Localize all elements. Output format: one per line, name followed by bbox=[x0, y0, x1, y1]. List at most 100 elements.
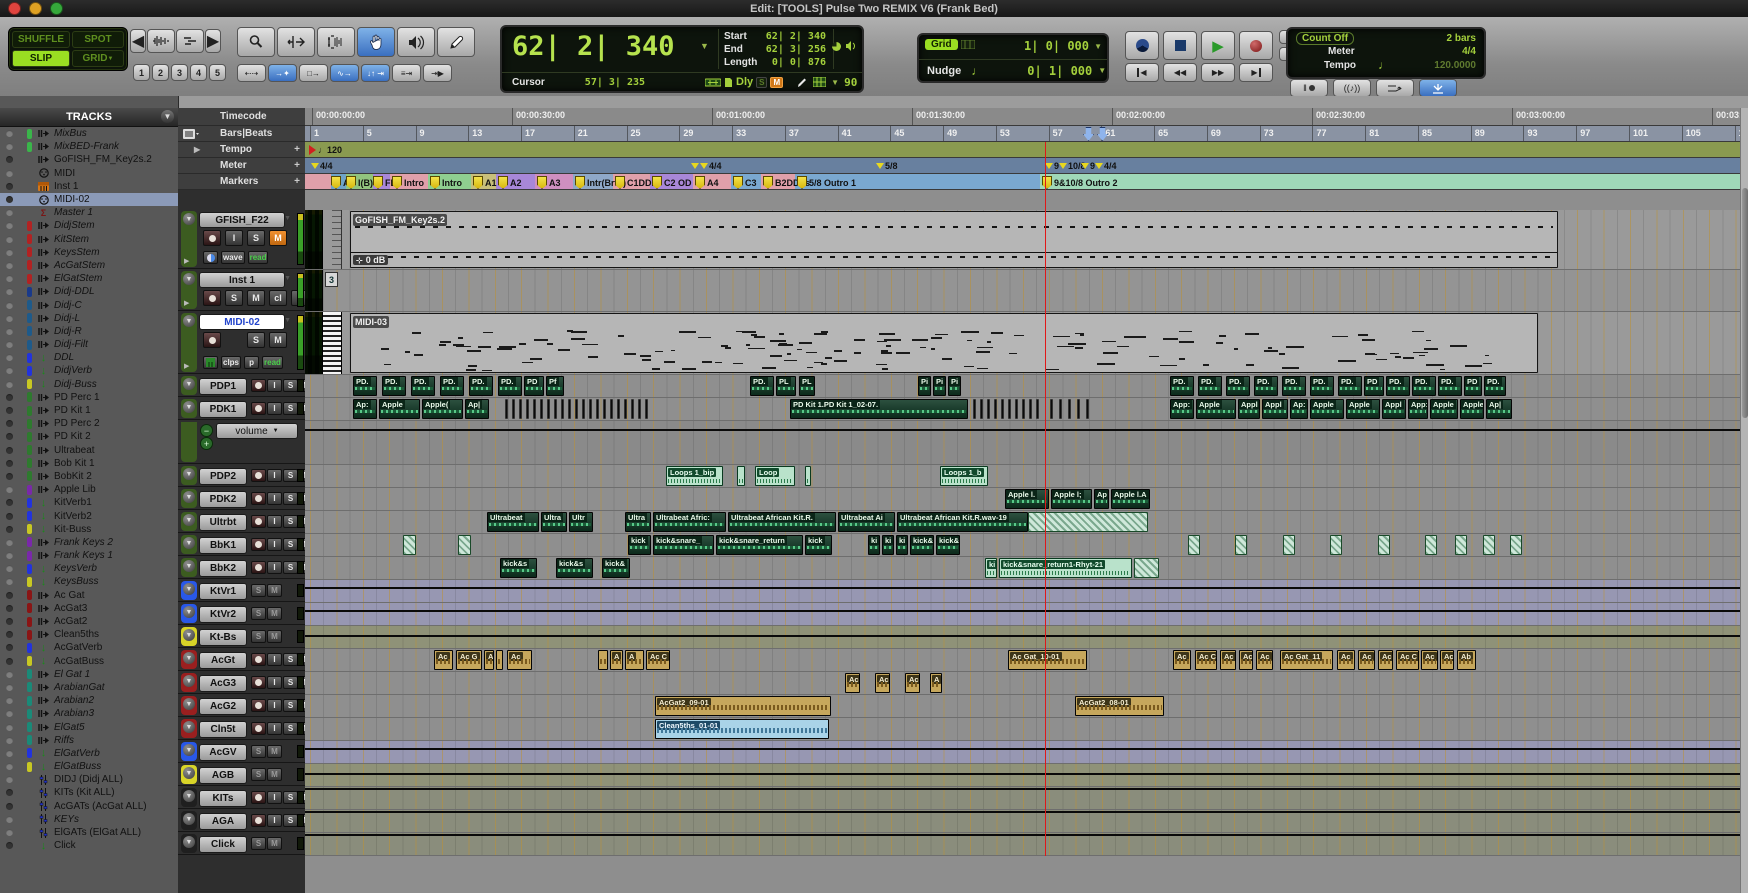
clip[interactable]: Ac bbox=[1337, 650, 1355, 670]
track-name-box[interactable]: PDK1 bbox=[199, 401, 247, 418]
track-record-button[interactable] bbox=[203, 332, 221, 348]
track-visibility-dot[interactable] bbox=[6, 394, 13, 401]
tracklist-item[interactable]: Inst 1 bbox=[0, 180, 178, 193]
automation-line[interactable] bbox=[305, 748, 1740, 750]
clip[interactable]: PD. bbox=[353, 376, 377, 396]
automation-lane-add-button[interactable]: + bbox=[200, 437, 213, 450]
memory-marker[interactable]: A4 bbox=[695, 176, 719, 189]
automation-line[interactable] bbox=[305, 834, 1740, 836]
track-visibility-dot[interactable] bbox=[6, 499, 13, 506]
clip[interactable]: Apple( bbox=[422, 399, 463, 419]
tracklist-item[interactable]: MIDI-02 bbox=[0, 193, 178, 206]
clip[interactable]: Ultrabeat Afric: bbox=[653, 512, 726, 532]
clip[interactable]: Ultrabeat African Kit.R.wav-19 bbox=[897, 512, 1028, 532]
automation-line[interactable] bbox=[305, 773, 1740, 775]
track-name-box[interactable]: PDK2 bbox=[199, 491, 247, 508]
meter-label[interactable]: Meter bbox=[1328, 46, 1355, 57]
collapse-chevron-icon[interactable]: ▼ bbox=[183, 378, 195, 390]
timeline-insertion-icon[interactable] bbox=[705, 78, 721, 87]
track-name-box[interactable]: Click bbox=[199, 836, 247, 853]
midi-event-bar[interactable] bbox=[547, 399, 550, 419]
track-visibility-dot[interactable] bbox=[6, 249, 13, 256]
meter-event[interactable]: 9 bbox=[1081, 161, 1095, 171]
tracklist-item[interactable]: Ac Gat bbox=[0, 589, 178, 602]
tracklist-item[interactable]: Arabian3 bbox=[0, 707, 178, 720]
clip[interactable]: PD bbox=[1464, 376, 1482, 396]
track-name-box[interactable]: AGA bbox=[199, 813, 247, 830]
clip[interactable]: ki bbox=[985, 558, 997, 578]
clip[interactable]: MIDI-03 bbox=[350, 313, 1538, 373]
tempo-label[interactable]: Tempo bbox=[1324, 60, 1356, 71]
online-button[interactable] bbox=[1125, 31, 1159, 60]
track-I-button[interactable]: I bbox=[267, 561, 282, 574]
clip[interactable]: Apple bbox=[1346, 399, 1380, 419]
midi-event-bar[interactable] bbox=[1015, 399, 1018, 419]
tracklist-item[interactable]: DIDJ (Didj ALL) bbox=[0, 773, 178, 786]
clip[interactable]: Ap: bbox=[1290, 399, 1308, 419]
track-S-button[interactable]: S bbox=[247, 230, 265, 246]
lane-bbk2[interactable]: kick&skick&skick&kikick&snare_return1-Rh… bbox=[305, 557, 1740, 580]
track-visibility-dot[interactable] bbox=[6, 222, 13, 229]
track-S-button[interactable]: S bbox=[283, 469, 298, 482]
tracklist-item[interactable]: Didj-R bbox=[0, 325, 178, 338]
memory-marker[interactable]: 9&10/8 Outro 2 bbox=[1042, 176, 1118, 189]
edit-selection-arrow[interactable] bbox=[1083, 127, 1094, 141]
track-S-button[interactable]: S bbox=[251, 837, 266, 850]
clip[interactable]: PD. bbox=[1254, 376, 1278, 396]
track-name-box[interactable]: AcG2 bbox=[199, 698, 247, 715]
clip[interactable] bbox=[1455, 535, 1467, 555]
memory-marker[interactable]: Intro bbox=[430, 176, 462, 189]
midi-merge-button[interactable] bbox=[1376, 79, 1414, 97]
track-record-button[interactable] bbox=[251, 492, 266, 505]
automation-line[interactable] bbox=[305, 587, 1740, 589]
grid-dropdown[interactable]: ▼ bbox=[1094, 42, 1102, 51]
start-value[interactable]: 62| 2| 340 bbox=[764, 30, 826, 43]
automation-line[interactable] bbox=[305, 811, 1740, 813]
midi-event-bar[interactable] bbox=[1036, 399, 1039, 419]
track-S-button[interactable]: S bbox=[283, 515, 298, 528]
midi-event-bar[interactable] bbox=[533, 399, 536, 419]
clip[interactable]: PD. bbox=[1438, 376, 1462, 396]
lane-bbk1[interactable]: kickkick&snare_kick&snare_returnkickkiki… bbox=[305, 534, 1740, 557]
clip[interactable]: PL bbox=[799, 376, 815, 396]
track-visibility-dot[interactable] bbox=[6, 236, 13, 243]
memory-marker[interactable]: I(B) bbox=[346, 176, 373, 189]
clip[interactable] bbox=[1235, 535, 1247, 555]
main-counter-dropdown[interactable]: ▼ bbox=[700, 41, 709, 51]
track-S-button[interactable]: S bbox=[251, 584, 266, 597]
clip[interactable]: PD. bbox=[1386, 376, 1410, 396]
track-visibility-dot[interactable] bbox=[6, 605, 13, 612]
clip[interactable]: Ac bbox=[434, 650, 453, 670]
track-S-button[interactable]: S bbox=[247, 332, 265, 348]
midi-event-bar[interactable] bbox=[603, 399, 606, 419]
track-clps-button[interactable]: clps bbox=[221, 356, 241, 369]
zoomer-tool-button[interactable] bbox=[237, 27, 275, 57]
ruler-label-markers[interactable]: Markers+ bbox=[178, 174, 305, 190]
markers-ruler[interactable]: AI(B)FBIntroIntroA1A2A3Intr(Brth)C1DDLsC… bbox=[305, 174, 1740, 190]
lane-pdp1[interactable]: PD.PD.PD.PD.PD.PD.PDPfPD.PLPLPiPiPiPD.PD… bbox=[305, 375, 1740, 398]
clip[interactable]: Loops 1_b bbox=[940, 466, 988, 486]
track-S-button[interactable]: S bbox=[283, 402, 298, 415]
clip[interactable]: Ultrabeat bbox=[487, 512, 539, 532]
track-visibility-dot[interactable] bbox=[6, 407, 13, 414]
clip[interactable]: PD. bbox=[1226, 376, 1250, 396]
tracklist-item[interactable]: Arabian2 bbox=[0, 694, 178, 707]
tracklist-item[interactable]: ↓KeysBuss bbox=[0, 575, 178, 588]
track-record-button[interactable] bbox=[251, 791, 266, 804]
zoom-preset-5[interactable]: 5 bbox=[209, 64, 226, 81]
midi-event-bar[interactable] bbox=[994, 399, 997, 419]
meter-event[interactable]: 4/4 bbox=[1095, 161, 1117, 171]
clip[interactable] bbox=[805, 466, 811, 486]
track-record-button[interactable] bbox=[251, 653, 266, 666]
lane-cln5t[interactable]: Clean5ths_01-01 bbox=[305, 718, 1740, 741]
clip[interactable]: PD. bbox=[750, 376, 774, 396]
tempo-event[interactable]: ♩120 bbox=[309, 145, 342, 155]
grid-mode-button[interactable]: Grid bbox=[925, 39, 958, 50]
lane-ktvr2[interactable] bbox=[305, 603, 1740, 626]
pencil-tool-button[interactable] bbox=[437, 27, 475, 57]
collapse-chevron-icon[interactable]: ▼ bbox=[183, 813, 195, 825]
clip[interactable]: Ultr bbox=[569, 512, 593, 532]
track-I-button[interactable]: I bbox=[267, 722, 282, 735]
track-record-button[interactable] bbox=[251, 402, 266, 415]
track-visibility-dot[interactable] bbox=[6, 592, 13, 599]
